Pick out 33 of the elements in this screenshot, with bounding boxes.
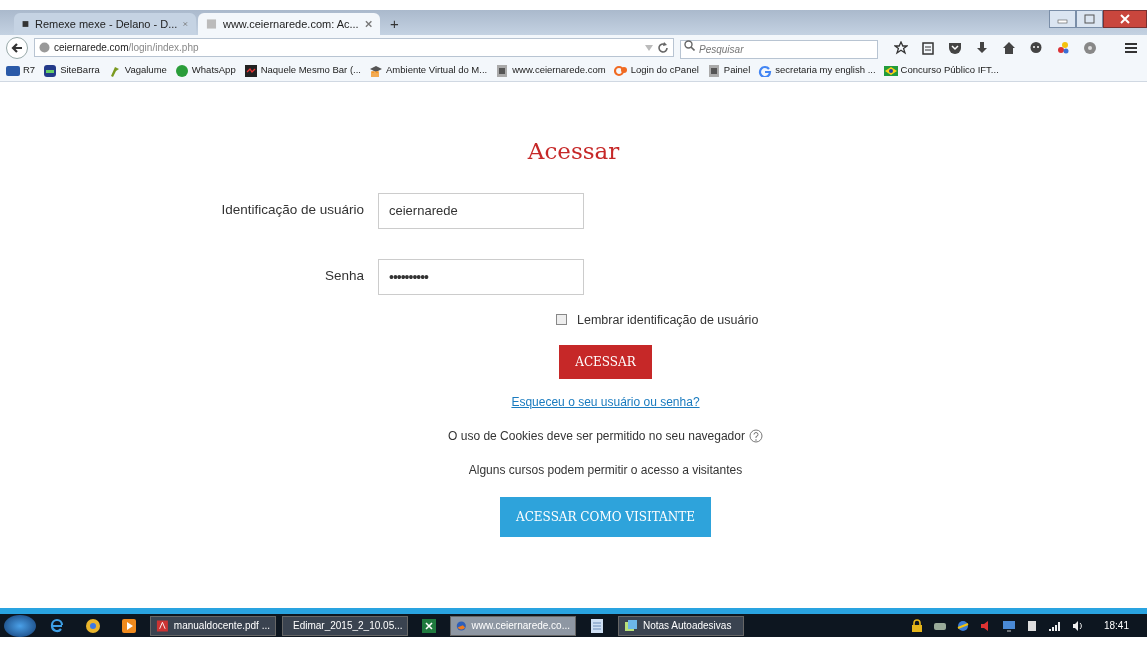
bookmark-link[interactable]: R7 — [6, 63, 36, 78]
bookmark-link[interactable]: secretaria my english ... — [758, 63, 876, 78]
bookmark-link[interactable]: SiteBarra — [43, 63, 100, 78]
password-field[interactable]: •••••••••• — [378, 258, 584, 295]
browser-tab[interactable]: www.ceiernarede.com: Ac... — [198, 13, 380, 35]
bookmark-link[interactable]: Vagalume — [107, 63, 167, 78]
bookmark-link[interactable]: WhatsApp — [174, 63, 236, 78]
bookmark-link[interactable]: Painel — [706, 63, 751, 78]
bookmark-link[interactable]: Ambiente Virtual do M... — [369, 63, 488, 78]
page-title: Acessar — [527, 137, 620, 166]
bookmark-link[interactable]: www.ceiernarede.com — [495, 63, 606, 78]
clock-time: 18:41 — [1103, 619, 1129, 633]
bookmark-link[interactable]: Concurso Público IFT... — [883, 63, 999, 78]
field-label: Identificação de usuário — [220, 201, 365, 220]
taskbar-window-button[interactable]: Edimar_2015_2_10.05... — [282, 615, 408, 636]
url-text: ceiernarede.com/login/index.php — [54, 41, 199, 55]
checkbox-label: Lembrar identificação de usuário — [577, 311, 759, 329]
tab-title: Remexe mexe - Delano - D... — [34, 16, 178, 32]
search-field[interactable]: Pesquisar — [680, 39, 878, 59]
cookies-note: O uso de Cookies deve ser permitido no seu navegador — [448, 428, 745, 446]
bookmark-link[interactable]: Naquele Mesmo Bar (... — [243, 63, 361, 78]
username-field[interactable]: ceiernarede — [378, 192, 584, 229]
forgot-password-link[interactable]: Esqueceu o seu usuário ou senha? — [511, 393, 700, 412]
tab-title: www.ceiernarede.com: Ac... — [222, 16, 359, 32]
new-tab-button[interactable]: + — [382, 13, 407, 35]
login-button[interactable]: ACESSAR — [559, 345, 652, 380]
taskbar-window-button[interactable]: Notas Autoadesivas — [618, 615, 744, 636]
bookmark-link[interactable]: Login do cPanel — [613, 63, 699, 78]
browser-tab[interactable]: Remexe mexe - Delano - D... — [14, 13, 196, 35]
field-label: Senha — [323, 267, 365, 286]
taskbar-window-button[interactable]: manualdocente.pdf ... — [150, 615, 276, 636]
address-bar[interactable]: ceiernarede.com/login/index.php — [34, 38, 674, 57]
guests-note: Alguns cursos podem permitir o acesso a visitantes — [468, 462, 743, 480]
